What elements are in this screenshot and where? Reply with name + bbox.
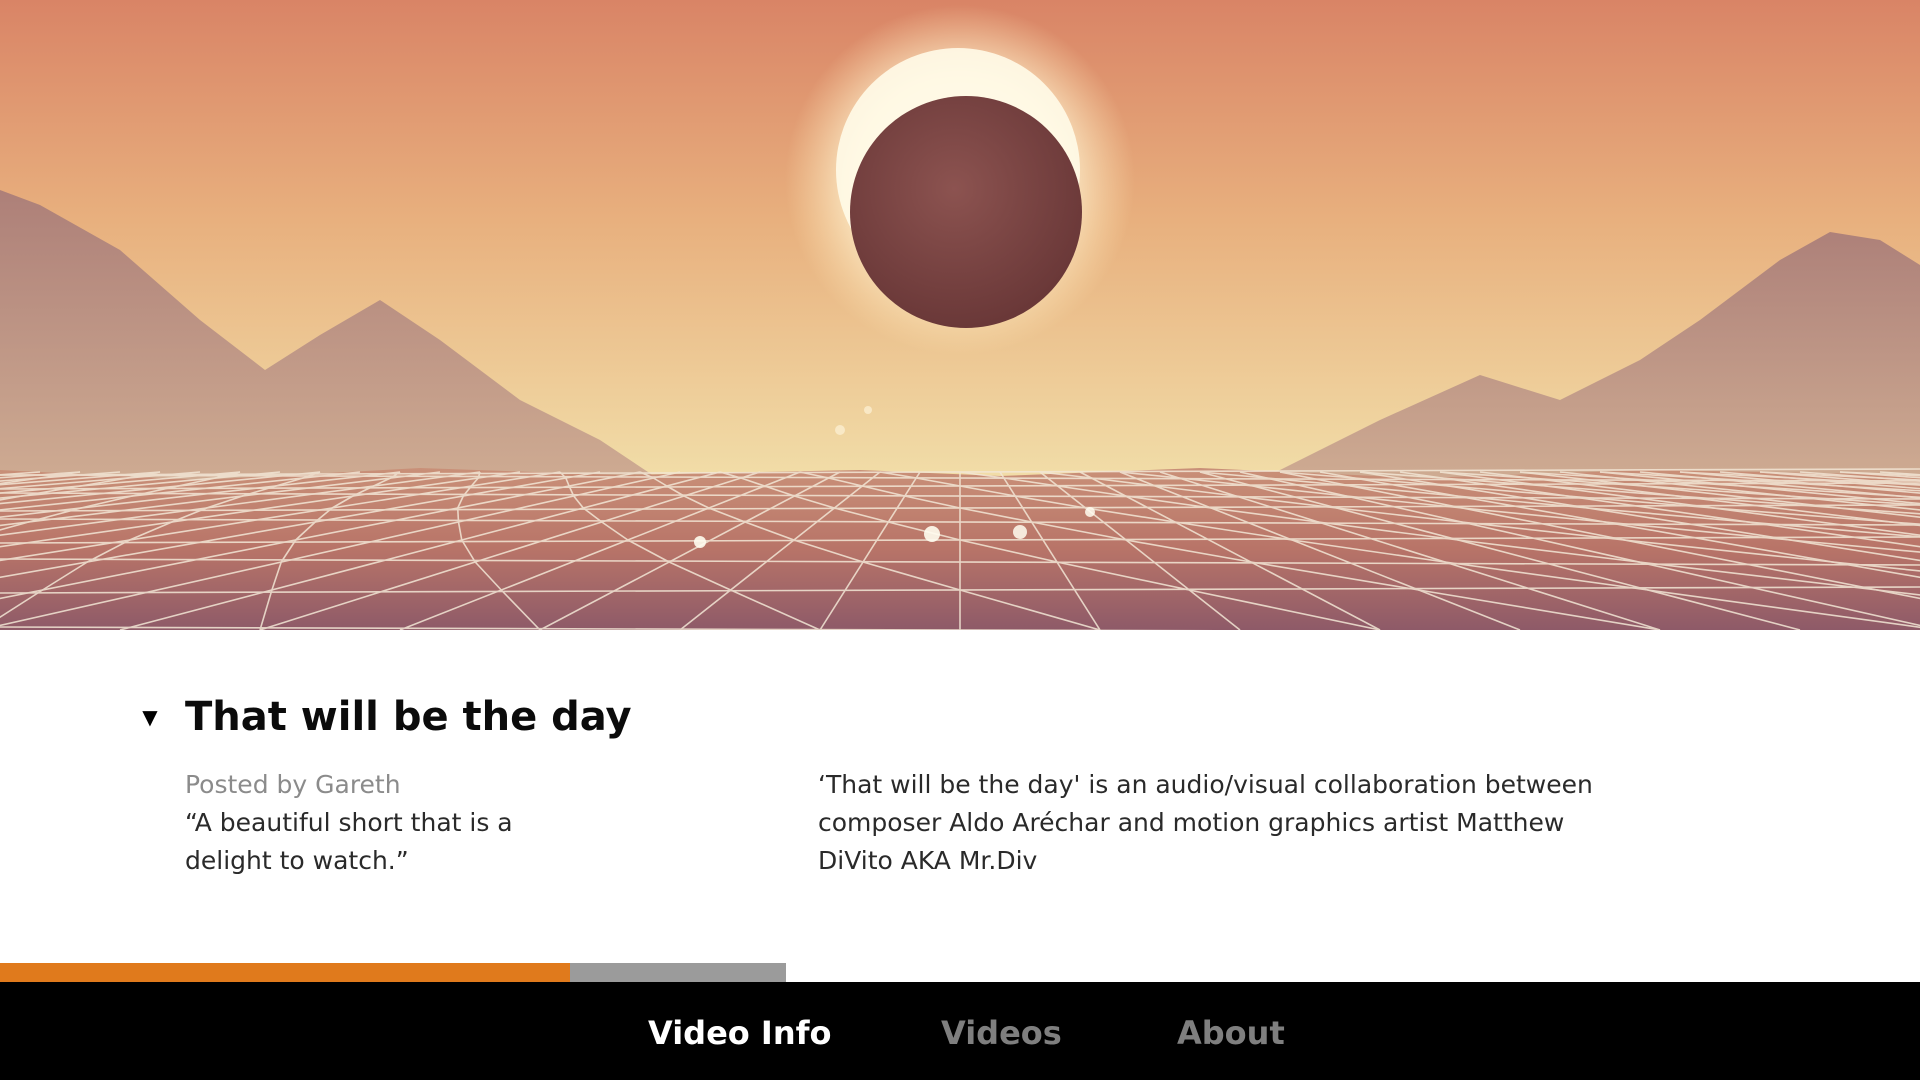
sparkle <box>835 425 845 435</box>
sparkle <box>694 536 706 548</box>
video-progress-bar[interactable] <box>0 963 786 982</box>
description-line: ‘That will be the day' is an audio/visua… <box>818 770 1593 799</box>
description-line: DiVito AKA Mr.Div <box>818 846 1038 875</box>
posted-by: Posted by Gareth <box>185 766 401 804</box>
tab-video-info[interactable]: Video Info <box>648 982 832 1080</box>
tab-about[interactable]: About <box>1177 982 1285 1080</box>
quote-line: “A beautiful short that is a <box>185 808 513 837</box>
video-description: ‘That will be the day' is an audio/visua… <box>818 766 1598 880</box>
tab-videos[interactable]: Videos <box>941 982 1062 1080</box>
hero-artwork <box>0 0 1920 630</box>
video-title: That will be the day <box>185 694 632 740</box>
sparkle <box>924 526 940 542</box>
sparkle <box>1013 525 1027 539</box>
posted-by-prefix: Posted by <box>185 770 308 799</box>
sparkle <box>1085 507 1095 517</box>
caret-down-icon[interactable]: ▼ <box>138 705 162 729</box>
quote-line: delight to watch.” <box>185 846 409 875</box>
bottom-nav: Video Info Videos About <box>0 982 1920 1080</box>
progress-fill <box>0 963 570 982</box>
review-quote: “A beautiful short that is a delight to … <box>185 804 565 880</box>
eclipse-moon <box>850 96 1082 328</box>
video-hero-image[interactable] <box>0 0 1920 630</box>
description-line: composer Aldo Aréchar and motion graphic… <box>818 808 1565 837</box>
author-name: Gareth <box>315 770 401 799</box>
sparkle <box>864 406 872 414</box>
